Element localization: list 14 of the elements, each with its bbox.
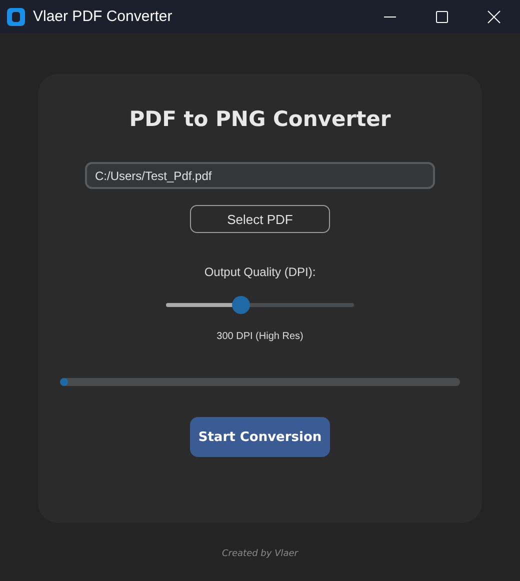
file-path-field[interactable]: C:/Users/Test_Pdf.pdf	[85, 162, 435, 189]
window-title: Vlaer PDF Converter	[33, 8, 174, 25]
heading: PDF to PNG Converter	[129, 107, 391, 131]
select-pdf-button[interactable]: Select PDF	[190, 205, 330, 233]
maximize-icon	[435, 10, 449, 24]
footer-credit: Created by Vlaer	[222, 549, 298, 559]
minimize-icon	[383, 16, 397, 18]
app-logo-icon	[7, 8, 25, 26]
quality-label: Output Quality (DPI):	[204, 265, 316, 279]
quality-reading: 300 DPI (High Res)	[216, 331, 304, 342]
close-icon	[487, 10, 501, 24]
slider-thumb[interactable]	[232, 296, 250, 314]
quality-slider[interactable]	[166, 296, 354, 314]
start-conversion-button[interactable]: Start Conversion	[190, 417, 330, 457]
